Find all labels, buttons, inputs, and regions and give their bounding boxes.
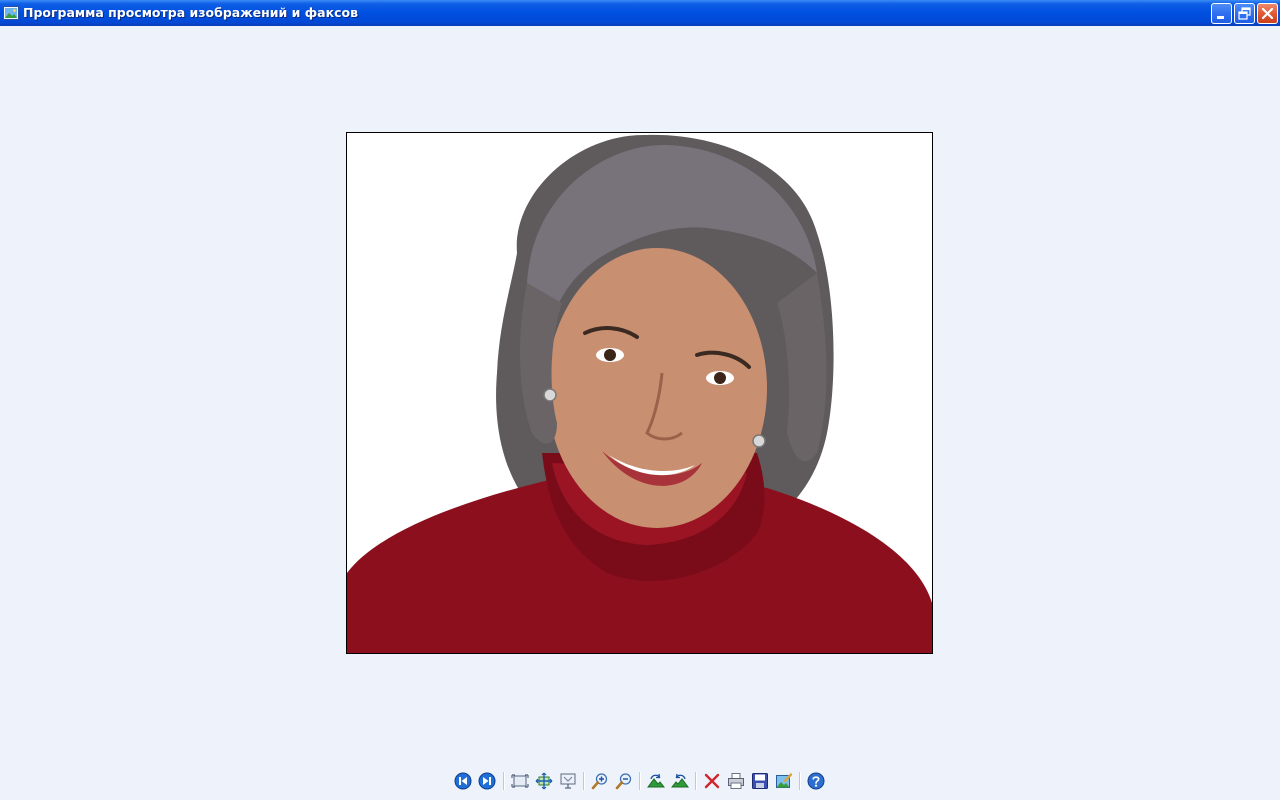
next-image-icon[interactable] xyxy=(478,772,496,790)
save-as-icon[interactable] xyxy=(751,772,769,790)
title-bar[interactable]: Программа просмотра изображений и факсов xyxy=(0,0,1280,26)
delete-icon[interactable] xyxy=(703,772,721,790)
rotate-clockwise-icon[interactable] xyxy=(647,772,665,790)
image-display[interactable] xyxy=(346,132,933,654)
edit-icon[interactable] xyxy=(775,772,793,790)
rotate-counterclockwise-icon[interactable] xyxy=(671,772,689,790)
restore-button[interactable] xyxy=(1234,3,1255,24)
image-viewer-icon xyxy=(3,6,19,20)
window-title: Программа просмотра изображений и факсов xyxy=(23,5,358,20)
minimize-icon xyxy=(1217,16,1224,19)
slideshow-icon[interactable] xyxy=(559,772,577,790)
best-fit-icon[interactable] xyxy=(511,772,529,790)
zoom-in-icon[interactable] xyxy=(591,772,609,790)
previous-image-icon[interactable] xyxy=(454,772,472,790)
viewer-toolbar xyxy=(452,770,832,792)
toolbar-separator xyxy=(503,772,505,790)
actual-size-icon[interactable] xyxy=(535,772,553,790)
portrait-photo xyxy=(347,133,932,653)
restore-icon xyxy=(1238,7,1251,20)
help-icon[interactable] xyxy=(807,772,825,790)
toolbar-separator xyxy=(639,772,641,790)
zoom-out-icon[interactable] xyxy=(615,772,633,790)
print-icon[interactable] xyxy=(727,772,745,790)
image-viewer-window: Программа просмотра изображений и факсов xyxy=(0,0,1280,800)
toolbar-separator xyxy=(799,772,801,790)
minimize-button[interactable] xyxy=(1211,3,1232,24)
close-button[interactable] xyxy=(1257,3,1278,24)
toolbar-separator xyxy=(695,772,697,790)
close-icon xyxy=(1261,7,1274,20)
toolbar-separator xyxy=(583,772,585,790)
